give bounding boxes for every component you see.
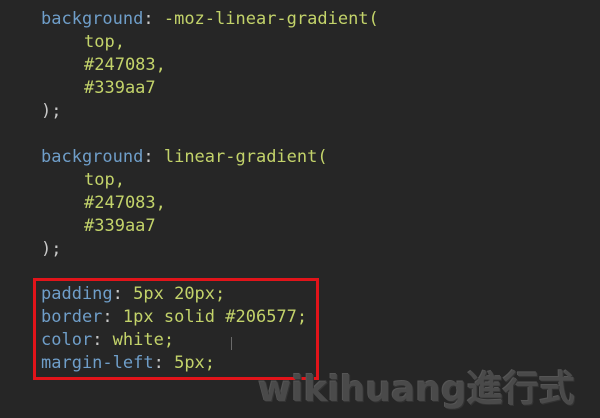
code-line: top, bbox=[84, 31, 125, 54]
colon: : bbox=[143, 9, 154, 29]
colon: : bbox=[143, 147, 154, 167]
css-value: top, bbox=[84, 170, 125, 190]
css-value: #247083, bbox=[84, 55, 166, 75]
code-line: top, bbox=[84, 169, 125, 192]
close-paren: ); bbox=[41, 239, 62, 259]
css-value: #247083, bbox=[84, 193, 166, 213]
css-property: background bbox=[41, 9, 144, 29]
highlight-box bbox=[33, 278, 319, 380]
code-line: #339aa7 bbox=[84, 77, 156, 100]
code-line: #247083, bbox=[84, 54, 166, 77]
css-property: background bbox=[41, 147, 144, 167]
code-line: ); bbox=[41, 238, 61, 261]
code-line: #339aa7 bbox=[84, 215, 156, 238]
code-line: background: -moz-linear-gradient( bbox=[41, 8, 379, 31]
css-value: #339aa7 bbox=[84, 78, 156, 98]
css-value: #339aa7 bbox=[84, 216, 156, 236]
css-value: top, bbox=[84, 32, 125, 52]
code-line: background: linear-gradient( bbox=[41, 146, 328, 169]
code-line: #247083, bbox=[84, 192, 166, 215]
css-value: linear-gradient( bbox=[153, 147, 328, 167]
close-paren: ); bbox=[41, 101, 62, 121]
watermark: wikihuang進行式 bbox=[258, 369, 575, 410]
css-value: -moz-linear-gradient( bbox=[153, 9, 379, 29]
code-line: ); bbox=[41, 100, 61, 123]
code-editor[interactable]: background: -moz-linear-gradient( top, #… bbox=[0, 0, 600, 418]
text-cursor bbox=[231, 337, 232, 350]
